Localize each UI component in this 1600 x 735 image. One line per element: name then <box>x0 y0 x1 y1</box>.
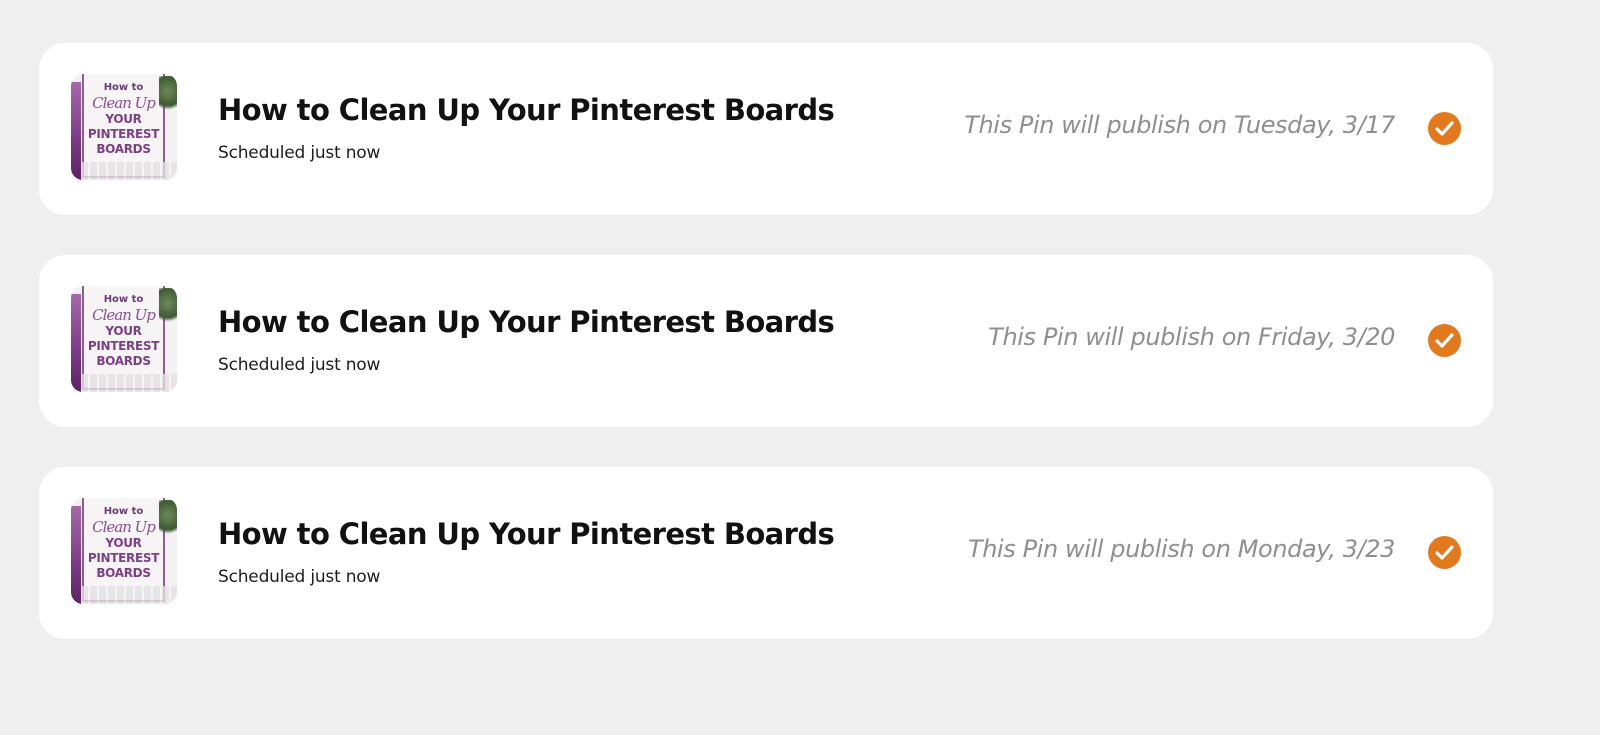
thumbnail-decor <box>159 288 177 326</box>
scheduled-pins-list: How to Clean Up YOUR PINTEREST BOARDS Ho… <box>39 43 1493 679</box>
thumbnail-text: BOARDS <box>96 354 151 368</box>
thumbnail-decor <box>159 76 177 114</box>
thumbnail-decor <box>71 82 81 180</box>
checkmark-icon <box>1435 545 1454 560</box>
thumbnail-decor <box>81 374 177 392</box>
check-circle-icon <box>1428 536 1461 569</box>
thumbnail-text: PINTEREST <box>87 127 160 141</box>
thumbnail-decor <box>71 506 81 604</box>
pin-title: How to Clean Up Your Pinterest Boards <box>218 93 835 127</box>
scheduled-pin-card[interactable]: How to Clean Up YOUR PINTEREST BOARDS Ho… <box>39 43 1493 215</box>
pin-thumbnail[interactable]: How to Clean Up YOUR PINTEREST BOARDS <box>71 74 177 180</box>
check-circle-icon <box>1428 112 1461 145</box>
thumbnail-text: YOUR <box>105 324 142 338</box>
publish-date-text: This Pin will publish on Tuesday, 3/17 <box>964 111 1395 139</box>
thumbnail-text: BOARDS <box>96 142 151 156</box>
thumbnail-decor <box>81 162 177 180</box>
publish-date-text: This Pin will publish on Friday, 3/20 <box>988 323 1395 351</box>
thumbnail-decor <box>159 500 177 538</box>
thumbnail-text: YOUR <box>105 112 142 126</box>
thumbnail-text: PINTEREST <box>87 339 160 353</box>
scheduled-pin-card[interactable]: How to Clean Up YOUR PINTEREST BOARDS Ho… <box>39 255 1493 427</box>
pin-title: How to Clean Up Your Pinterest Boards <box>218 305 835 339</box>
publish-date-text: This Pin will publish on Monday, 3/23 <box>967 535 1395 563</box>
thumbnail-text: Clean Up <box>92 306 156 324</box>
scheduled-pin-card[interactable]: How to Clean Up YOUR PINTEREST BOARDS Ho… <box>39 467 1493 639</box>
pin-thumbnail[interactable]: How to Clean Up YOUR PINTEREST BOARDS <box>71 498 177 604</box>
thumbnail-text: Clean Up <box>92 94 156 112</box>
thumbnail-text: How to <box>103 294 144 305</box>
pin-title: How to Clean Up Your Pinterest Boards <box>218 517 835 551</box>
check-circle-icon <box>1428 324 1461 357</box>
thumbnail-decor <box>81 586 177 604</box>
pin-status: Scheduled just now <box>218 143 381 163</box>
thumbnail-decor <box>71 294 81 392</box>
thumbnail-text: BOARDS <box>96 566 151 580</box>
pin-status: Scheduled just now <box>218 567 381 587</box>
pin-thumbnail[interactable]: How to Clean Up YOUR PINTEREST BOARDS <box>71 286 177 392</box>
checkmark-icon <box>1435 121 1454 136</box>
thumbnail-text: How to <box>103 506 144 517</box>
thumbnail-text: How to <box>103 82 144 93</box>
checkmark-icon <box>1435 333 1454 348</box>
thumbnail-text: PINTEREST <box>87 551 160 565</box>
thumbnail-text: YOUR <box>105 536 142 550</box>
thumbnail-text: Clean Up <box>92 518 156 536</box>
pin-status: Scheduled just now <box>218 355 381 375</box>
